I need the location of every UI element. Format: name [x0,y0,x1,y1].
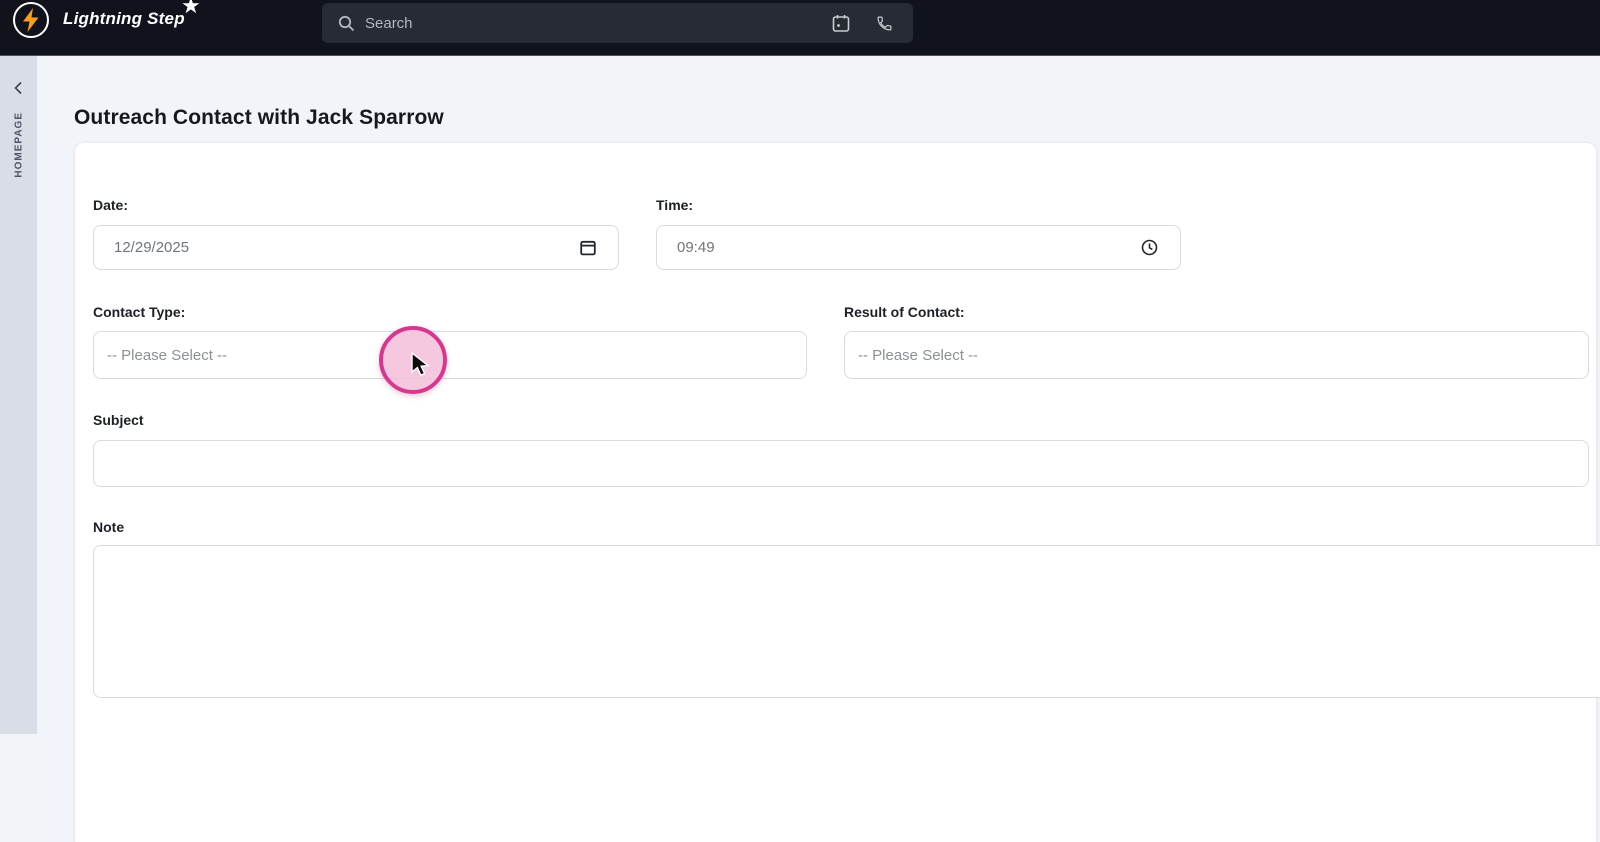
date-label: Date: [93,197,129,213]
top-navbar: Lightning Step ★ [0,0,1600,56]
date-value: 12/29/2025 [114,239,190,256]
result-of-contact-select[interactable]: -- Please Select -- [844,331,1589,379]
global-search[interactable] [322,3,913,43]
subject-label: Subject [93,412,144,428]
time-input[interactable]: 09:49 [656,225,1181,270]
sidebar-item-homepage[interactable]: HOMEPAGE [13,112,24,178]
main-content: Outreach Contact with Jack Sparrow Date:… [37,56,1600,842]
lightning-bolt-icon [21,8,41,32]
note-textarea[interactable] [93,545,1600,698]
left-sidebar: HOMEPAGE [0,56,37,734]
search-icon [338,15,355,32]
contact-type-select[interactable]: -- Please Select -- [93,331,807,379]
outreach-contact-form: Date: 12/29/2025 Time: 09:49 Contact Typ… [74,142,1600,842]
calendar-icon[interactable] [832,14,850,33]
time-value: 09:49 [677,239,715,256]
brand-title: Lightning Step [63,9,185,28]
favorite-star-icon[interactable]: ★ [181,0,201,19]
result-of-contact-value: -- Please Select -- [858,346,979,364]
search-input[interactable] [365,14,806,32]
page-title: Outreach Contact with Jack Sparrow [74,106,444,129]
note-label: Note [93,519,125,535]
lightning-step-logo[interactable] [13,2,49,38]
phone-icon[interactable] [876,15,893,32]
time-label: Time: [656,197,694,213]
date-input[interactable]: 12/29/2025 [93,225,619,270]
contact-type-label: Contact Type: [93,304,186,320]
time-picker-icon[interactable] [1141,239,1158,256]
date-picker-icon[interactable] [580,239,596,256]
result-of-contact-label: Result of Contact: [844,304,965,320]
contact-type-value: -- Please Select -- [107,346,228,364]
sidebar-collapse-button[interactable] [10,80,26,96]
subject-input[interactable] [93,440,1589,487]
mouse-cursor-icon [410,351,432,383]
